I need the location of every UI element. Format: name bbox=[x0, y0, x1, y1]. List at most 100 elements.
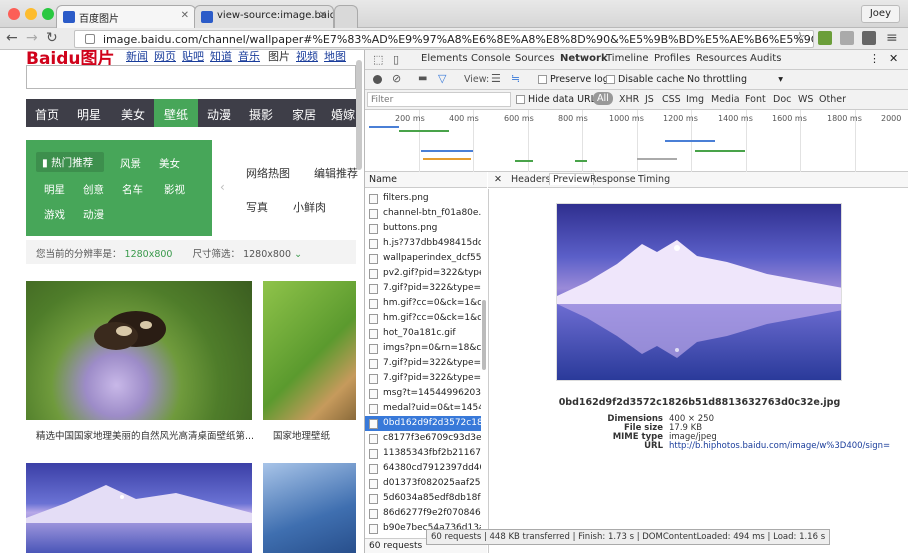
filter-img[interactable]: Img bbox=[686, 94, 704, 105]
wallpaper-thumbnail-butterfly[interactable] bbox=[26, 281, 252, 420]
subcat-scenery[interactable]: 风景 bbox=[120, 156, 141, 171]
category-anime[interactable]: 动漫 bbox=[198, 99, 240, 127]
page-scrollbar[interactable] bbox=[356, 60, 362, 170]
more-options-icon[interactable]: ⋮ bbox=[869, 52, 880, 65]
request-row[interactable]: 64380cd7912397dd403. bbox=[365, 461, 481, 476]
category-home[interactable]: 首页 bbox=[26, 99, 68, 127]
request-row[interactable]: 7.gif?pid=322&type=201 bbox=[365, 281, 481, 296]
inspect-element-icon[interactable]: ⬚ bbox=[373, 53, 383, 66]
request-row[interactable]: medal?uid=0&t=145449. bbox=[365, 401, 481, 416]
close-devtools-icon[interactable]: ✕ bbox=[889, 52, 898, 65]
wallpaper-thumbnail-grass[interactable] bbox=[263, 281, 356, 420]
filter-js[interactable]: JS bbox=[645, 94, 654, 105]
extension-green-icon[interactable] bbox=[818, 31, 832, 45]
menu-icon[interactable]: ≡ bbox=[886, 30, 898, 46]
disable-cache-checkbox[interactable] bbox=[606, 75, 615, 84]
category-wallpaper[interactable]: 壁纸 bbox=[154, 99, 198, 127]
filter-ws[interactable]: WS bbox=[798, 94, 813, 105]
reload-icon[interactable]: ↻ bbox=[46, 30, 58, 46]
category-wedding[interactable]: 婚嫁 bbox=[328, 99, 358, 127]
hot-recommend-button[interactable]: ▮ 热门推荐 bbox=[36, 152, 104, 172]
request-row[interactable]: hot_70a181c.gif bbox=[365, 326, 481, 341]
extension-gmail-icon[interactable] bbox=[840, 31, 854, 45]
nav-link-tieba[interactable]: 贴吧 bbox=[182, 50, 204, 64]
nav-link-web[interactable]: 网页 bbox=[154, 50, 176, 64]
tab-resources[interactable]: Resources bbox=[696, 53, 747, 64]
request-row[interactable]: imgs?pn=0&rn=18&col= bbox=[365, 341, 481, 356]
link-young-men[interactable]: 小鲜肉 bbox=[293, 199, 326, 215]
throttling-select[interactable]: No throttling ▾ bbox=[687, 74, 783, 85]
link-popular-images[interactable]: 网络热图 bbox=[246, 165, 290, 181]
tab-timing[interactable]: Timing bbox=[638, 174, 670, 185]
size-filter-select[interactable]: 1280x800 bbox=[243, 249, 291, 260]
request-row[interactable]: 5d6034a85edf8db18f55. bbox=[365, 491, 481, 506]
nav-link-news[interactable]: 新闻 bbox=[126, 50, 148, 64]
nav-link-zhidao[interactable]: 知道 bbox=[210, 50, 232, 64]
clear-icon[interactable]: ⊘ bbox=[392, 72, 401, 85]
subcat-film[interactable]: 影视 bbox=[164, 182, 185, 197]
link-editor-picks[interactable]: 编辑推荐 bbox=[314, 165, 358, 181]
search-input[interactable] bbox=[26, 65, 356, 89]
tab-response[interactable]: Response bbox=[590, 174, 636, 185]
tab-preview[interactable]: Preview bbox=[549, 173, 594, 185]
extension-pocket-icon[interactable] bbox=[862, 31, 876, 45]
filter-all[interactable]: All bbox=[593, 92, 613, 105]
bookmark-star-icon[interactable]: ☆ bbox=[794, 30, 806, 45]
name-column-header[interactable]: Name bbox=[365, 172, 487, 188]
wallpaper-thumbnail-droplets[interactable] bbox=[263, 463, 356, 553]
close-tab-icon[interactable]: ✕ bbox=[181, 10, 189, 21]
network-overview-timeline[interactable]: 200 ms 400 ms 600 ms 800 ms 1000 ms 1200… bbox=[365, 110, 908, 172]
category-photography[interactable]: 摄影 bbox=[240, 99, 282, 127]
subcat-anime[interactable]: 动漫 bbox=[83, 207, 104, 222]
nav-link-video[interactable]: 视频 bbox=[296, 50, 318, 64]
chevron-down-icon[interactable]: ⌄ bbox=[294, 249, 302, 260]
category-stars[interactable]: 明星 bbox=[68, 99, 110, 127]
close-detail-icon[interactable]: ✕ bbox=[494, 174, 502, 185]
tab-network[interactable]: Network bbox=[560, 53, 608, 64]
chevron-left-icon[interactable]: ‹ bbox=[220, 180, 225, 194]
nav-link-music[interactable]: 音乐 bbox=[238, 50, 260, 64]
tab-view-source[interactable]: view-source:image.baidu.c ✕ bbox=[194, 5, 334, 28]
capture-screenshots-icon[interactable]: ▬ bbox=[418, 73, 427, 84]
address-bar[interactable]: image.baidu.com/channel/wallpaper#%E7%83… bbox=[74, 30, 814, 48]
request-row[interactable]: filters.png bbox=[365, 191, 481, 206]
overview-icon[interactable]: ≒ bbox=[511, 72, 520, 85]
request-row[interactable]: 11385343fbf2b2116724. bbox=[365, 446, 481, 461]
tab-headers[interactable]: Headers bbox=[511, 174, 551, 185]
filter-icon[interactable]: ▽ bbox=[438, 72, 446, 85]
tab-elements[interactable]: Elements bbox=[421, 53, 468, 64]
record-icon[interactable] bbox=[373, 75, 382, 84]
filter-media[interactable]: Media bbox=[711, 94, 740, 105]
maximize-window-button[interactable] bbox=[42, 8, 54, 20]
user-profile-button[interactable]: Joey bbox=[860, 5, 900, 23]
filter-xhr[interactable]: XHR bbox=[619, 94, 639, 105]
close-tab-icon[interactable]: ✕ bbox=[319, 10, 327, 21]
request-row[interactable]: 86d6277f9e2f070846e1. bbox=[365, 506, 481, 521]
tab-sources[interactable]: Sources bbox=[515, 53, 555, 64]
hide-data-urls-checkbox[interactable] bbox=[516, 95, 525, 104]
request-row[interactable]: 0bd162d9f2d3572c1826 bbox=[365, 416, 481, 431]
filter-input[interactable] bbox=[367, 92, 511, 107]
request-row[interactable]: c8177f3e6709c93d3ed5. bbox=[365, 431, 481, 446]
category-home-decor[interactable]: 家居 bbox=[282, 99, 326, 127]
filter-other[interactable]: Other bbox=[819, 94, 846, 105]
request-row[interactable]: h.js?737dbb498415dd39 bbox=[365, 236, 481, 251]
filter-css[interactable]: CSS bbox=[662, 94, 681, 105]
request-row[interactable]: channel-btn_f01a80e.png bbox=[365, 206, 481, 221]
tab-timeline[interactable]: Timeline bbox=[606, 53, 649, 64]
request-row[interactable]: wallpaperindex_dcf55f0.j bbox=[365, 251, 481, 266]
new-tab-button[interactable] bbox=[334, 5, 358, 28]
tab-audits[interactable]: Audits bbox=[750, 53, 781, 64]
filter-doc[interactable]: Doc bbox=[773, 94, 791, 105]
thumbnail-caption[interactable]: 国家地理壁纸 bbox=[273, 428, 330, 442]
forward-arrow-icon[interactable]: → bbox=[26, 30, 38, 46]
subcat-beauty[interactable]: 美女 bbox=[159, 156, 180, 171]
request-row[interactable]: hm.gif?cc=0&ck=1&cl=2. bbox=[365, 296, 481, 311]
link-portraits[interactable]: 写真 bbox=[246, 199, 268, 215]
request-row[interactable]: d01373f082025aaf25c8. bbox=[365, 476, 481, 491]
minimize-window-button[interactable] bbox=[25, 8, 37, 20]
request-row[interactable]: 7.gif?pid=322&type=201 bbox=[365, 356, 481, 371]
back-arrow-icon[interactable]: ← bbox=[6, 30, 18, 46]
wallpaper-thumbnail-mountain[interactable] bbox=[26, 463, 252, 553]
tab-profiles[interactable]: Profiles bbox=[654, 53, 690, 64]
